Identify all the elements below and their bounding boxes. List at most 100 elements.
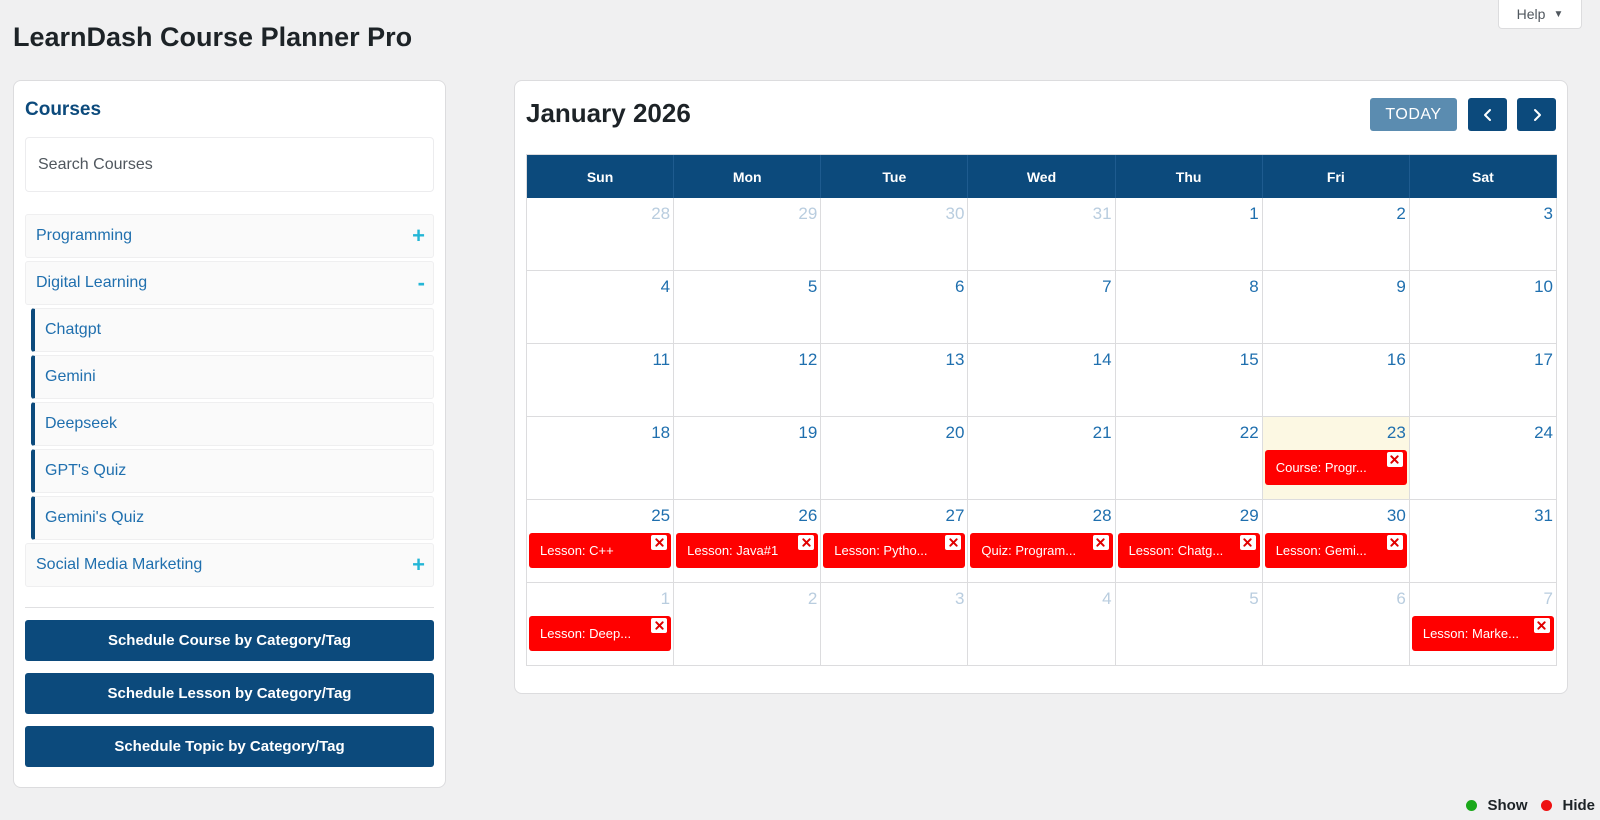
course-item[interactable]: Deepseek <box>31 402 434 446</box>
calendar-event[interactable]: Quiz: Program... <box>970 533 1113 568</box>
day-cell[interactable]: 6 <box>821 271 969 344</box>
event-remove-button[interactable] <box>1386 535 1403 550</box>
collapse-icon[interactable]: - <box>418 272 425 294</box>
weekday-header-cell: Fri <box>1262 155 1410 198</box>
calendar-event[interactable]: Lesson: Pytho... <box>823 533 966 568</box>
next-month-button[interactable] <box>1517 98 1556 131</box>
day-cell[interactable]: 13 <box>821 344 969 417</box>
day-cell[interactable]: 17 <box>1409 344 1557 417</box>
category-label: Digital Learning <box>36 274 148 291</box>
calendar-event[interactable]: Course: Progr... <box>1264 450 1407 485</box>
day-cell[interactable]: 20 <box>821 417 969 500</box>
day-cell[interactable]: 2 <box>1262 198 1410 271</box>
event-remove-button[interactable] <box>798 535 815 550</box>
category-item[interactable]: Social Media Marketing + <box>25 543 434 587</box>
day-cell[interactable]: 22 <box>1115 417 1263 500</box>
day-cell[interactable]: 18 <box>527 417 675 500</box>
day-cell[interactable]: 15 <box>1115 344 1263 417</box>
day-cell[interactable]: 3 <box>1409 198 1557 271</box>
calendar-event[interactable]: Lesson: Chatg... <box>1117 533 1260 568</box>
day-cell[interactable]: 19 <box>674 417 822 500</box>
day-number: 1 <box>1249 204 1259 223</box>
course-item[interactable]: Chatgpt <box>31 308 434 352</box>
calendar-event[interactable]: Lesson: Marke... <box>1411 616 1554 651</box>
day-cell[interactable]: 23 Course: Progr... <box>1262 417 1410 500</box>
weekday-header-cell: Sun <box>527 155 675 198</box>
day-number: 4 <box>660 277 671 296</box>
today-button[interactable]: TODAY <box>1370 98 1457 131</box>
day-cell[interactable]: 7 <box>968 271 1116 344</box>
day-cell[interactable]: 11 <box>527 344 675 417</box>
day-number: 19 <box>798 423 818 442</box>
sidebar-title: Courses <box>25 99 102 120</box>
calendar-event[interactable]: Lesson: C++ <box>529 533 672 568</box>
day-cell[interactable]: 1 <box>1115 198 1263 271</box>
day-cell[interactable]: 5 <box>674 271 822 344</box>
day-cell[interactable]: 4 <box>968 583 1116 666</box>
day-cell[interactable]: 28 Quiz: Program... <box>968 500 1116 583</box>
day-number: 28 <box>1092 506 1112 525</box>
day-cell[interactable]: 5 <box>1115 583 1263 666</box>
event-remove-button[interactable] <box>1239 535 1256 550</box>
day-cell[interactable]: 31 <box>1409 500 1557 583</box>
schedule-buttons: Schedule Course by Category/Tag Schedule … <box>25 620 434 767</box>
schedule-button[interactable]: Schedule Topic by Category/Tag <box>25 726 434 767</box>
day-cell[interactable]: 25 Lesson: C++ <box>527 500 675 583</box>
calendar-event[interactable]: Lesson: Deep... <box>529 616 672 651</box>
day-number: 14 <box>1092 350 1112 369</box>
event-label: Quiz: Program... <box>981 543 1077 558</box>
course-item[interactable]: Gemini <box>31 355 434 399</box>
event-remove-button[interactable] <box>1092 535 1109 550</box>
event-remove-button[interactable] <box>651 535 668 550</box>
expand-icon[interactable]: + <box>412 225 425 247</box>
day-cell[interactable]: 3 <box>821 583 969 666</box>
day-cell[interactable]: 12 <box>674 344 822 417</box>
event-remove-button[interactable] <box>651 618 668 633</box>
day-cell[interactable]: 30 <box>821 198 969 271</box>
schedule-button[interactable]: Schedule Course by Category/Tag <box>25 620 434 661</box>
event-remove-button[interactable] <box>1386 452 1403 467</box>
day-number: 15 <box>1239 350 1259 369</box>
category-item[interactable]: Digital Learning - <box>25 261 434 305</box>
caret-down-icon: ▼ <box>1553 8 1564 20</box>
day-cell[interactable]: 28 <box>527 198 675 271</box>
search-courses-input[interactable] <box>25 137 434 192</box>
weekday-header-cell: Tue <box>821 155 969 198</box>
day-cell[interactable]: 26 Lesson: Java#1 <box>674 500 822 583</box>
day-cell[interactable]: 29 Lesson: Chatg... <box>1115 500 1263 583</box>
close-icon <box>655 621 664 630</box>
day-cell[interactable]: 16 <box>1262 344 1410 417</box>
day-cell[interactable]: 21 <box>968 417 1116 500</box>
expand-icon[interactable]: + <box>412 554 425 576</box>
day-cell[interactable]: 31 <box>968 198 1116 271</box>
course-item[interactable]: Gemini's Quiz <box>31 496 434 540</box>
day-cell[interactable]: 1 Lesson: Deep... <box>527 583 675 666</box>
calendar-event[interactable]: Lesson: Gemi... <box>1264 533 1407 568</box>
event-label: Course: Progr... <box>1275 460 1367 475</box>
day-cell[interactable]: 9 <box>1262 271 1410 344</box>
help-button[interactable]: Help ▼ <box>1498 0 1582 29</box>
day-number: 29 <box>798 204 818 223</box>
day-cell[interactable]: 6 <box>1262 583 1410 666</box>
day-cell[interactable]: 2 <box>674 583 822 666</box>
day-cell[interactable]: 24 <box>1409 417 1557 500</box>
schedule-button[interactable]: Schedule Lesson by Category/Tag <box>25 673 434 714</box>
calendar-event[interactable]: Lesson: Java#1 <box>676 533 819 568</box>
day-cell[interactable]: 27 Lesson: Pytho... <box>821 500 969 583</box>
prev-month-button[interactable] <box>1468 98 1507 131</box>
day-number: 29 <box>1239 506 1259 525</box>
day-cell[interactable]: 4 <box>527 271 675 344</box>
day-cell[interactable]: 14 <box>968 344 1116 417</box>
day-cell[interactable]: 8 <box>1115 271 1263 344</box>
category-item[interactable]: Programming + <box>25 214 434 258</box>
day-cell[interactable]: 7 Lesson: Marke... <box>1409 583 1557 666</box>
day-number: 13 <box>945 350 965 369</box>
event-remove-button[interactable] <box>1533 618 1550 633</box>
day-cell[interactable]: 30 Lesson: Gemi... <box>1262 500 1410 583</box>
course-item[interactable]: GPT's Quiz <box>31 449 434 493</box>
day-number: 16 <box>1386 350 1406 369</box>
event-remove-button[interactable] <box>945 535 962 550</box>
day-number: 9 <box>1396 277 1406 296</box>
day-cell[interactable]: 10 <box>1409 271 1557 344</box>
day-cell[interactable]: 29 <box>674 198 822 271</box>
